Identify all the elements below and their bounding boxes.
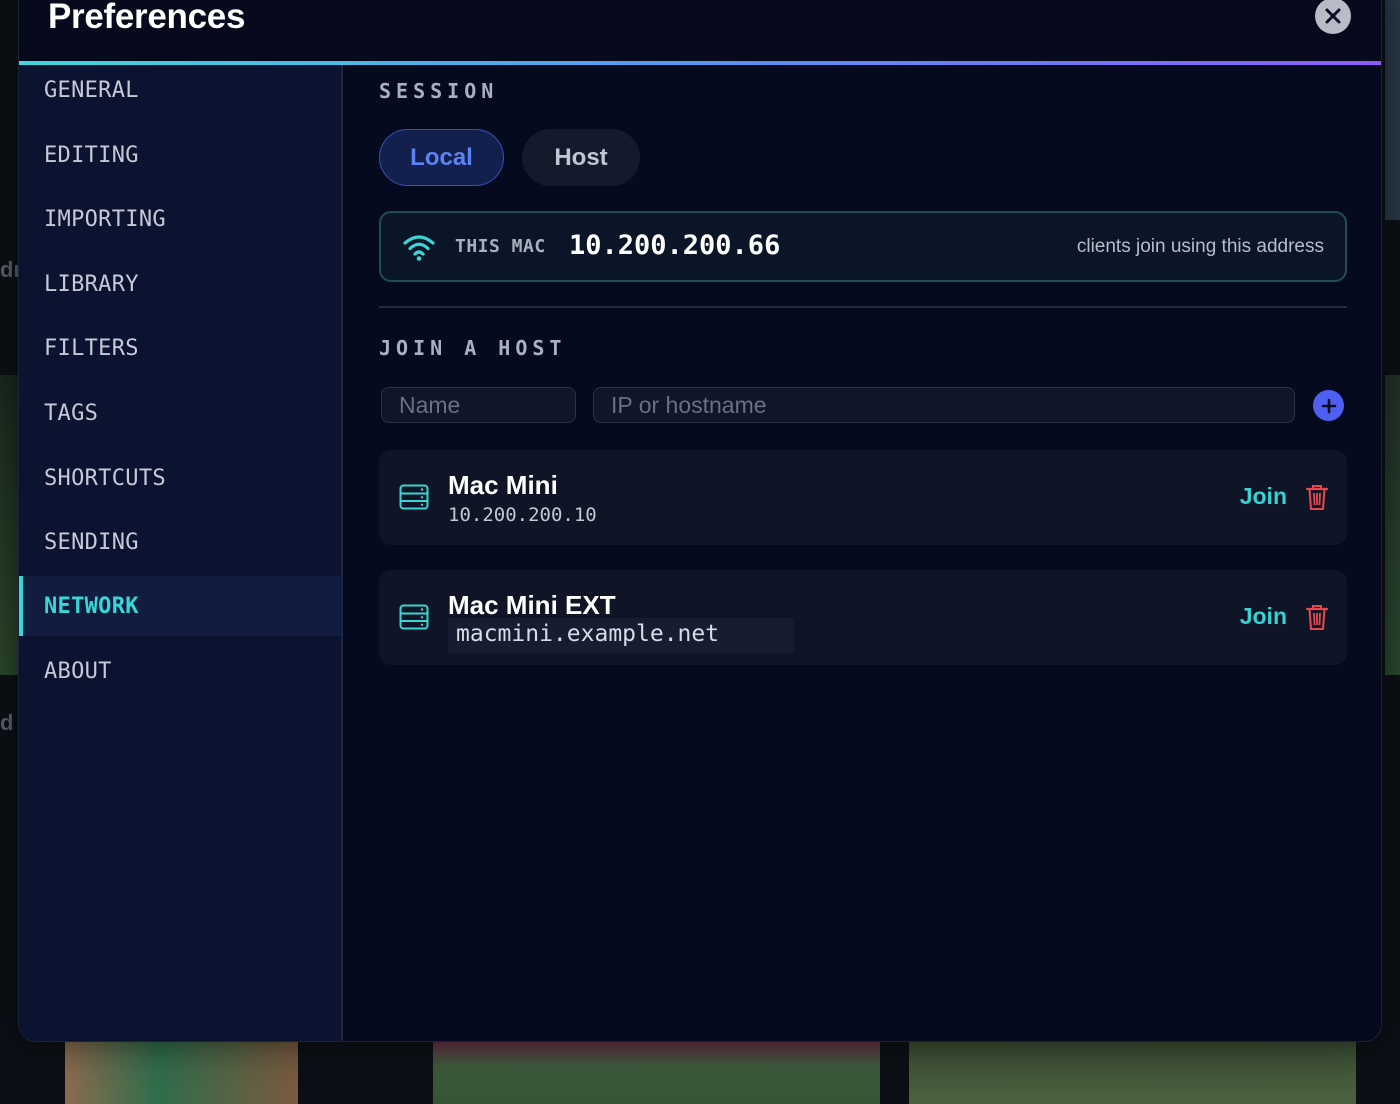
host-list-item: Mac Mini 10.200.200.10 Join: [379, 450, 1347, 545]
this-mac-panel: THIS MAC 10.200.200.66 clients join usin…: [379, 211, 1347, 282]
sidebar-item-filters[interactable]: FILTERS: [19, 318, 341, 378]
sidebar-item-library[interactable]: LIBRARY: [19, 254, 341, 314]
host-name: Mac Mini EXT: [448, 590, 616, 620]
preferences-modal: Preferences GENERAL EDITING IMPORTING LI…: [18, 0, 1382, 1042]
section-label-session: SESSION: [379, 79, 499, 103]
trash-icon[interactable]: [1306, 484, 1328, 511]
host-list-item: Mac Mini EXT macmini.example.net Join: [379, 570, 1347, 665]
join-button[interactable]: Join: [1240, 603, 1287, 630]
modal-title: Preferences: [48, 0, 246, 36]
server-icon: [399, 484, 429, 510]
session-host-button[interactable]: Host: [522, 129, 640, 186]
add-host-button[interactable]: [1313, 390, 1344, 421]
host-address: 10.200.200.10: [448, 504, 597, 526]
join-button[interactable]: Join: [1240, 483, 1287, 510]
this-mac-hint: clients join using this address: [1076, 236, 1324, 257]
section-divider: [379, 306, 1347, 308]
background-thumbnail: [65, 1040, 298, 1104]
modal-header: Preferences: [19, 0, 1381, 65]
background-thumbnail: [433, 1040, 880, 1104]
sidebar-item-about[interactable]: ABOUT: [19, 641, 341, 701]
plus-icon: [1321, 398, 1336, 413]
sidebar-item-sending[interactable]: SENDING: [19, 512, 341, 572]
this-mac-label: THIS MAC: [455, 236, 546, 257]
wifi-icon: [403, 235, 435, 261]
sidebar-item-network[interactable]: NETWORK: [19, 576, 341, 636]
background-thumbnail: [0, 375, 18, 675]
sidebar: GENERAL EDITING IMPORTING LIBRARY FILTER…: [19, 65, 343, 1041]
background-thumbnail: [909, 1040, 1356, 1104]
close-icon: [1325, 8, 1341, 24]
server-icon: [399, 604, 429, 630]
network-settings-panel: SESSION Local Host THIS MAC 10.200.200.6…: [343, 65, 1381, 1041]
trash-icon[interactable]: [1306, 604, 1328, 631]
background-label: d: [0, 710, 14, 735]
sidebar-item-tags[interactable]: TAGS: [19, 383, 341, 443]
background-thumbnail: [1385, 0, 1400, 220]
this-mac-ip: 10.200.200.66: [569, 230, 781, 261]
section-label-join-host: JOIN A HOST: [379, 336, 567, 360]
sidebar-item-importing[interactable]: IMPORTING: [19, 189, 341, 249]
close-button[interactable]: [1315, 0, 1351, 34]
host-address-input[interactable]: [593, 387, 1295, 423]
host-address: macmini.example.net: [448, 618, 794, 653]
session-local-button[interactable]: Local: [379, 129, 504, 186]
sidebar-item-general[interactable]: GENERAL: [19, 60, 341, 120]
host-name-input[interactable]: [381, 387, 576, 423]
sidebar-item-editing[interactable]: EDITING: [19, 125, 341, 185]
host-name: Mac Mini: [448, 470, 558, 500]
background-thumbnail: [1385, 375, 1400, 675]
sidebar-item-shortcuts[interactable]: SHORTCUTS: [19, 448, 341, 508]
